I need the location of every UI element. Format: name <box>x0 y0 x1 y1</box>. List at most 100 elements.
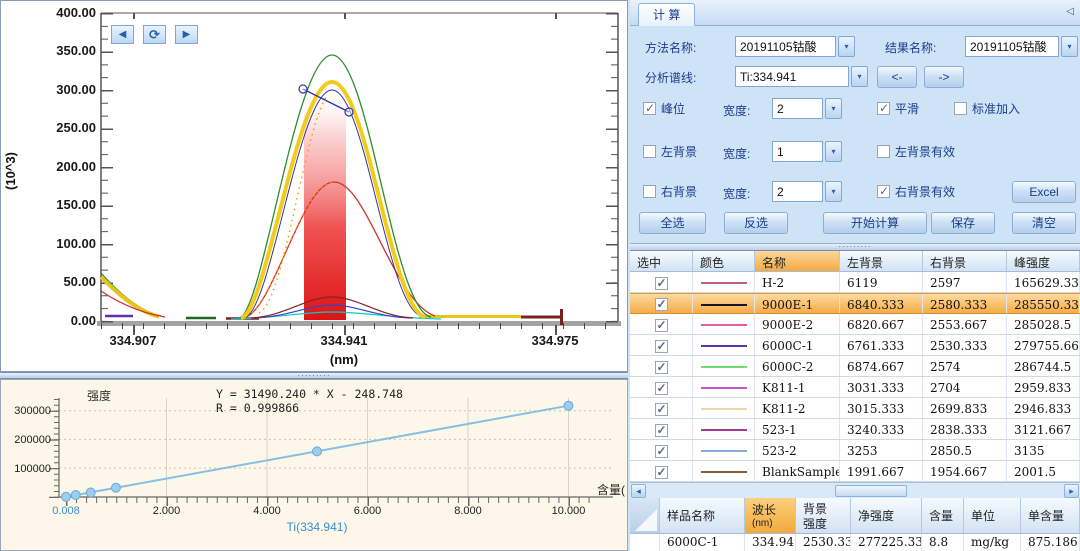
col-header-bg-intensity[interactable]: 背景强度 <box>796 498 851 534</box>
start-calculation-button[interactable]: 开始计算 <box>823 212 927 234</box>
peak-width-value[interactable]: 2 <box>772 98 823 119</box>
result-row[interactable]: 6000C-1 334.941 2530.333 277225.333 8.8 … <box>630 534 1080 551</box>
col-header-sample-name[interactable]: 样品名称 <box>660 498 745 534</box>
row-checkbox[interactable] <box>655 298 668 311</box>
col-header-unit[interactable]: 单位 <box>964 498 1021 534</box>
chevron-down-icon[interactable]: ▾ <box>838 36 855 57</box>
series-color-line <box>701 429 747 431</box>
method-name-value[interactable]: 20191105钴酸 <box>735 36 836 57</box>
left-bg-width-value[interactable]: 1 <box>772 141 823 162</box>
method-name-combo[interactable]: 20191105钴酸 ▾ <box>735 36 855 57</box>
right-bg-valid-checkbox[interactable]: 右背景有效 <box>877 183 955 200</box>
tab-calculate[interactable]: 计 算 <box>638 3 695 26</box>
table-row[interactable]: 9000E-2 6820.667 2553.667 285028.5 <box>630 314 1080 335</box>
analysis-line-value[interactable]: Ti:334.941 <box>735 66 849 87</box>
chevron-down-icon[interactable]: ▾ <box>851 66 868 87</box>
chart-next-button[interactable]: ▶ <box>175 25 198 44</box>
spectrum-chart-panel[interactable]: 400.00 350.00 300.00 250.00 200.00 150.0… <box>0 0 628 372</box>
row-checkbox[interactable] <box>655 277 668 290</box>
checkbox-icon[interactable] <box>643 102 656 115</box>
table-row[interactable]: 523-2 3253 2850.5 3135 <box>630 440 1080 461</box>
col-header-wavelength[interactable]: 波长(nm) <box>745 498 796 534</box>
table-row[interactable]: H-2 6119 2597 165629.333 <box>630 272 1080 293</box>
row-checkbox[interactable] <box>655 340 668 353</box>
horizontal-splitter[interactable]: ········· <box>0 372 628 379</box>
col-header-content[interactable]: 含量 <box>922 498 964 534</box>
checkbox-label: 左背景有效 <box>895 143 955 160</box>
next-line-button[interactable]: -> <box>924 66 964 88</box>
cell-peak: 3135 <box>1007 440 1080 460</box>
peak-width-combo[interactable]: 2 ▾ <box>772 98 842 119</box>
checkbox-icon[interactable] <box>877 102 890 115</box>
chevron-down-icon[interactable]: ▾ <box>1061 36 1078 57</box>
calib-r-value: R = 0.999866 <box>216 401 299 415</box>
calculate-panel: 方法名称: 20191105钴酸 ▾ 结果名称: 20191105钴酸 ▾ 分析… <box>630 26 1080 243</box>
col-header-left-bg[interactable]: 左背景 <box>840 251 923 272</box>
col-header-unit-content[interactable]: 单含量 <box>1021 498 1080 534</box>
chart-prev-button[interactable]: ◀ <box>111 25 134 44</box>
left-bg-width-combo[interactable]: 1 ▾ <box>772 141 842 162</box>
col-header-peak-intensity[interactable]: 峰强度 <box>1007 251 1080 272</box>
result-name-value[interactable]: 20191105钴酸 <box>965 36 1059 57</box>
col-header-net-intensity[interactable]: 净强度 <box>851 498 922 534</box>
col-header-color[interactable]: 颜色 <box>693 251 755 272</box>
checkbox-icon[interactable] <box>877 145 890 158</box>
excel-button[interactable]: Excel <box>1012 181 1076 203</box>
checkbox-icon[interactable] <box>877 185 890 198</box>
series-color-line <box>701 282 747 284</box>
col-header-selected[interactable]: 选中 <box>630 251 693 272</box>
table-row[interactable]: K811-2 3015.333 2699.833 2946.833 <box>630 398 1080 419</box>
row-checkbox[interactable] <box>655 361 668 374</box>
x-tick: 334.907 <box>110 333 157 348</box>
checkbox-icon[interactable] <box>643 185 656 198</box>
row-checkbox[interactable] <box>655 424 668 437</box>
y-tick: 250.00 <box>56 120 96 135</box>
right-background-checkbox[interactable]: 右背景 <box>643 183 697 200</box>
spectrum-chart[interactable]: 400.00 350.00 300.00 250.00 200.00 150.0… <box>1 1 627 371</box>
checkbox-icon[interactable] <box>643 145 656 158</box>
chevron-down-icon[interactable]: ▾ <box>825 141 842 162</box>
checkbox-icon[interactable] <box>954 102 967 115</box>
col-header-right-bg[interactable]: 右背景 <box>923 251 1007 272</box>
row-checkbox[interactable] <box>655 319 668 332</box>
method-name-label: 方法名称: <box>645 39 696 56</box>
horizontal-splitter[interactable]: ········· <box>630 243 1080 251</box>
row-checkbox[interactable] <box>655 466 668 479</box>
prev-line-button[interactable]: <- <box>877 66 917 88</box>
select-all-button[interactable]: 全选 <box>639 212 706 234</box>
row-checkbox[interactable] <box>655 382 668 395</box>
invert-selection-button[interactable]: 反选 <box>724 212 788 234</box>
smooth-checkbox[interactable]: 平滑 <box>877 100 919 117</box>
row-checkbox[interactable] <box>655 445 668 458</box>
horizontal-scrollbar[interactable]: ◂ ▸ <box>630 482 1080 498</box>
series-color-line <box>701 387 747 389</box>
col-header-name[interactable]: 名称 <box>755 251 840 272</box>
right-bg-width-value[interactable]: 2 <box>772 181 823 202</box>
collapse-panel-icon[interactable]: ◁ <box>1066 6 1074 17</box>
scrollbar-thumb[interactable] <box>835 485 907 497</box>
table-row[interactable]: 523-1 3240.333 2838.333 3121.667 <box>630 419 1080 440</box>
standard-addition-checkbox[interactable]: 标准加入 <box>954 100 1020 117</box>
table-corner-cell[interactable] <box>630 498 660 534</box>
scroll-left-icon[interactable]: ◂ <box>631 484 646 498</box>
chevron-down-icon[interactable]: ▾ <box>825 181 842 202</box>
right-bg-width-combo[interactable]: 2 ▾ <box>772 181 842 202</box>
left-bg-valid-checkbox[interactable]: 左背景有效 <box>877 143 955 160</box>
table-row[interactable]: BlankSample1 1991.667 1954.667 2001.5 <box>630 461 1080 482</box>
calibration-chart-panel[interactable]: 强度 Y = 31490.240 * X - 248.748 R = 0.999… <box>0 379 628 551</box>
left-background-checkbox[interactable]: 左背景 <box>643 143 697 160</box>
table-row[interactable]: K811-1 3031.333 2704 2959.833 <box>630 377 1080 398</box>
result-name-combo[interactable]: 20191105钴酸 ▾ <box>965 36 1078 57</box>
chevron-down-icon[interactable]: ▾ <box>825 98 842 119</box>
scroll-right-icon[interactable]: ▸ <box>1064 484 1079 498</box>
table-row-selected[interactable]: 9000E-1 6840.333 2580.333 285550.333 <box>630 293 1080 314</box>
peak-position-checkbox[interactable]: 峰位 <box>643 100 685 117</box>
clear-button[interactable]: 清空 <box>1012 212 1076 234</box>
calibration-chart[interactable]: 强度 Y = 31490.240 * X - 248.748 R = 0.999… <box>1 380 627 550</box>
analysis-line-combo[interactable]: Ti:334.941 ▾ <box>735 66 868 87</box>
save-button[interactable]: 保存 <box>931 212 995 234</box>
chart-refresh-button[interactable]: ⟳ <box>143 25 166 44</box>
table-row[interactable]: 6000C-2 6874.667 2574 286744.5 <box>630 356 1080 377</box>
table-row[interactable]: 6000C-1 6761.333 2530.333 279755.667 <box>630 335 1080 356</box>
row-checkbox[interactable] <box>655 403 668 416</box>
